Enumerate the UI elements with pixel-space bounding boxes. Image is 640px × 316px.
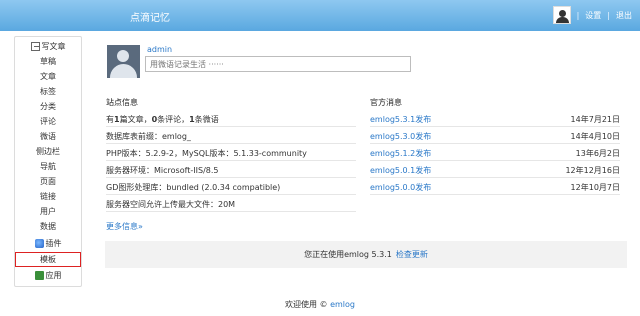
sidebar-item-templates[interactable]: 模板 (15, 252, 81, 267)
news-link[interactable]: emlog5.3.0发布 (370, 131, 431, 142)
divider (370, 160, 620, 161)
divider (370, 126, 620, 127)
plugin-icon (34, 239, 44, 248)
user-avatar-icon[interactable] (552, 6, 571, 24)
write-icon (30, 42, 40, 51)
sidebar-item-label: 写文章 (41, 42, 66, 51)
header-user-area: | 设置 | 退出 (552, 6, 632, 24)
settings-link[interactable]: 设置 (585, 10, 601, 21)
news-date: 14年4月10日 (570, 132, 620, 141)
site-title[interactable]: 点滴记忆 (130, 9, 170, 24)
sidebar-item-navigation[interactable]: 导航 (15, 159, 81, 174)
php-version: PHP版本：5.2.9-2，MySQL版本：5.1.33-community (106, 149, 307, 158)
sidebar-item-widgets[interactable]: 侧边栏 (15, 144, 81, 159)
sidebar-item-label: 微语 (40, 132, 56, 141)
more-info-link[interactable]: 更多信息» (106, 221, 143, 232)
sidebar-item-label: 模板 (40, 255, 56, 264)
version-bar: 您正在使用emlog 5.3.1 检查更新 (105, 241, 627, 268)
news-date: 13年6月2日 (575, 149, 620, 158)
news-date: 12年12月16日 (565, 166, 620, 175)
sidebar-item-label: 标签 (40, 87, 56, 96)
top-header-bar: 点滴记忆 | 设置 | 退出 (0, 0, 640, 31)
official-news-title: 官方消息 (370, 98, 402, 107)
sidebar-item-label: 导航 (40, 162, 56, 171)
sidebar-item-twitter[interactable]: 微语 (15, 129, 81, 144)
sidebar-item-label: 页面 (40, 177, 56, 186)
news-date: 12年10月7日 (570, 183, 620, 192)
sidebar-item-label: 数据 (40, 222, 56, 231)
admin-sidebar: 写文章 草稿 文章 标签 分类 评论 微语 侧边栏 导航 页面 链接 用户 数据… (14, 36, 82, 287)
site-info-title: 站点信息 (106, 98, 138, 107)
sidebar-item-label: 评论 (40, 117, 56, 126)
check-update-link[interactable]: 检查更新 (396, 249, 428, 260)
news-link[interactable]: emlog5.0.1发布 (370, 165, 431, 176)
divider (106, 211, 356, 212)
header-separator: | (576, 10, 580, 20)
header-separator: | (607, 10, 610, 20)
sidebar-item-label: 链接 (40, 192, 56, 201)
version-text: 您正在使用emlog 5.3.1 (304, 250, 392, 259)
divider (370, 143, 620, 144)
news-link[interactable]: emlog5.1.2发布 (370, 148, 431, 159)
footer-text: 欢迎使用 © (284, 300, 328, 309)
divider (106, 126, 356, 127)
sidebar-item-links[interactable]: 链接 (15, 189, 81, 204)
divider (106, 160, 356, 161)
gd-library: GD图形处理库：bundled (2.0.34 compatible) (106, 183, 281, 192)
site-stats: 有1篇文章，0条评论，1条微语 (106, 115, 219, 124)
sidebar-item-label: 草稿 (40, 57, 56, 66)
profile-avatar[interactable] (107, 45, 140, 78)
app-icon (34, 271, 44, 280)
sidebar-item-articles[interactable]: 文章 (15, 69, 81, 84)
footer: 欢迎使用 © emlog (0, 299, 640, 310)
db-prefix: 数据库表前缀：emlog_ (106, 132, 191, 141)
sidebar-item-write[interactable]: 写文章 (15, 39, 81, 54)
logout-link[interactable]: 退出 (616, 10, 632, 21)
divider (370, 194, 620, 195)
sidebar-item-label: 分类 (40, 102, 56, 111)
news-link[interactable]: emlog5.0.0发布 (370, 182, 431, 193)
sidebar-item-apps[interactable]: 应用 (15, 268, 81, 283)
sidebar-item-users[interactable]: 用户 (15, 204, 81, 219)
news-link[interactable]: emlog5.3.1发布 (370, 114, 431, 125)
news-date: 14年7月21日 (570, 115, 620, 124)
sidebar-item-tags[interactable]: 标签 (15, 84, 81, 99)
sidebar-item-label: 插件 (45, 239, 62, 248)
sidebar-item-drafts[interactable]: 草稿 (15, 54, 81, 69)
sidebar-item-pages[interactable]: 页面 (15, 174, 81, 189)
twitter-status-input[interactable] (145, 56, 411, 72)
username-link[interactable]: admin (147, 45, 172, 54)
sidebar-item-label: 用户 (40, 207, 56, 216)
sidebar-item-label: 侧边栏 (36, 147, 60, 156)
divider (106, 194, 356, 195)
sidebar-item-plugins[interactable]: 插件 (15, 236, 81, 251)
sidebar-item-comments[interactable]: 评论 (15, 114, 81, 129)
sidebar-item-label: 文章 (40, 72, 56, 81)
divider (370, 177, 620, 178)
divider (106, 143, 356, 144)
sidebar-item-categories[interactable]: 分类 (15, 99, 81, 114)
divider (106, 177, 356, 178)
footer-brand-link[interactable]: emlog (330, 300, 355, 309)
sidebar-item-data[interactable]: 数据 (15, 219, 81, 234)
sidebar-item-label: 应用 (45, 271, 62, 280)
upload-limit: 服务器空间允许上传最大文件：20M (106, 200, 236, 209)
server-env: 服务器环境：Microsoft-IIS/8.5 (106, 166, 219, 175)
